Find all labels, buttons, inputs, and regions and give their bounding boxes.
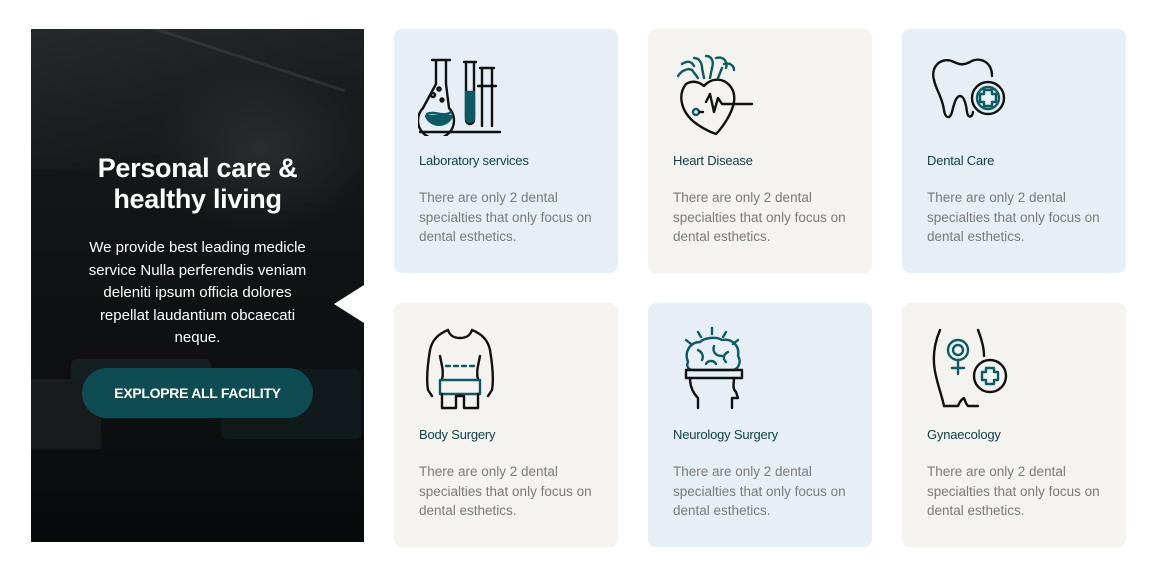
body-icon: [418, 326, 502, 410]
service-card-dental-care[interactable]: Dental Care There are only 2 dental spec…: [902, 29, 1126, 273]
heart-icon: [672, 52, 756, 136]
service-description: There are only 2 dental specialties that…: [673, 190, 846, 244]
female-symbol-icon: [926, 326, 1010, 410]
service-title: Dental Care: [927, 153, 995, 168]
hero-panel: Personal care & healthy living We provid…: [31, 29, 364, 542]
service-description: There are only 2 dental specialties that…: [673, 464, 846, 518]
explore-all-facility-button[interactable]: EXPLOPRE ALL FACILITY: [82, 368, 313, 418]
service-title: Heart Disease: [673, 153, 753, 168]
service-card-heart-disease[interactable]: Heart Disease There are only 2 dental sp…: [648, 29, 872, 273]
laboratory-flask-icon: [418, 52, 502, 136]
service-description: There are only 2 dental specialties that…: [927, 190, 1100, 244]
tooth-icon: [926, 52, 1010, 136]
service-card-gynaecology[interactable]: Gynaecology There are only 2 dental spec…: [902, 303, 1126, 547]
service-description: There are only 2 dental specialties that…: [927, 464, 1100, 518]
service-title: Laboratory services: [419, 153, 529, 168]
service-description: There are only 2 dental specialties that…: [419, 190, 592, 244]
service-description: There are only 2 dental specialties that…: [419, 464, 592, 518]
hero-description: We provide best leading medicle service …: [88, 239, 307, 346]
hero-title: Personal care & healthy living: [97, 153, 298, 214]
service-card-laboratory[interactable]: Laboratory services There are only 2 den…: [394, 29, 618, 273]
service-title: Gynaecology: [927, 427, 1001, 442]
panel-pointer: [334, 285, 364, 323]
service-card-neurology-surgery[interactable]: Neurology Surgery There are only 2 denta…: [648, 303, 872, 547]
brain-icon: [672, 326, 756, 410]
service-title: Body Surgery: [419, 427, 496, 442]
service-title: Neurology Surgery: [673, 427, 778, 442]
service-card-body-surgery[interactable]: Body Surgery There are only 2 dental spe…: [394, 303, 618, 547]
